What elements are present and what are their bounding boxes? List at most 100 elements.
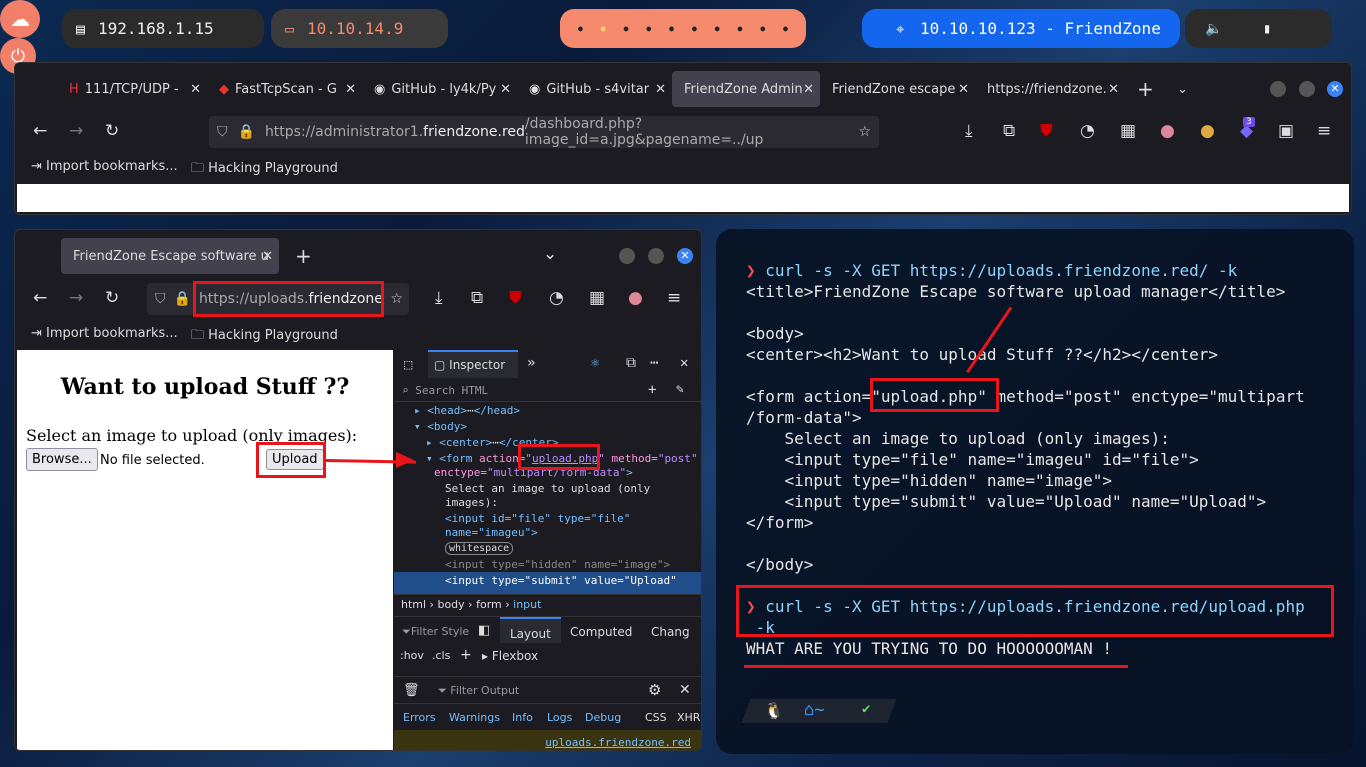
workspace-dot-icon[interactable]: ● — [760, 24, 765, 33]
forward-icon[interactable]: → — [69, 288, 83, 308]
minimize-button[interactable] — [619, 248, 635, 264]
pick-element-icon[interactable]: ⬚ — [404, 357, 412, 373]
filter-css[interactable]: CSS — [645, 711, 667, 724]
filter-output-input[interactable]: ⏷ Filter Output — [438, 684, 519, 698]
cookie-icon[interactable]: ● — [1160, 121, 1175, 141]
owl-icon[interactable]: ◔ — [549, 288, 564, 308]
owl-icon[interactable]: ◔ — [1080, 121, 1095, 141]
close-icon[interactable]: ✕ — [190, 82, 201, 97]
minimize-button[interactable] — [1270, 81, 1286, 97]
tab-github-s4vitar[interactable]: ◉ GitHub - s4vitar ✕ — [517, 71, 672, 107]
workspace-dot-icon[interactable]: ● — [601, 24, 606, 33]
maximize-button[interactable] — [648, 248, 664, 264]
node-input-hidden[interactable]: <input type="hidden" name="image"> — [445, 558, 670, 571]
node-body[interactable]: ▾ <body> — [414, 420, 467, 433]
tab-layout[interactable]: Layout — [500, 617, 561, 643]
tab-friendzone-url[interactable]: https://friendzone. ✕ — [975, 71, 1125, 107]
download-icon[interactable]: ⤓ — [965, 121, 973, 141]
bookmark-hacking-playground[interactable]: 🗀 Hacking Playground — [191, 159, 338, 181]
node-input-file[interactable]: <input id="file" type="file" — [445, 512, 630, 525]
trash-icon[interactable]: 🗑 — [403, 683, 420, 698]
back-icon[interactable]: ← — [33, 288, 47, 308]
back-icon[interactable]: ← — [33, 121, 47, 141]
sidebar-toggle-icon[interactable]: ◧ — [478, 623, 490, 638]
flexbox-section[interactable]: ▸ Flexbox — [482, 649, 538, 663]
filter-info[interactable]: Info — [512, 711, 533, 724]
tab-inspector[interactable]: ▢ Inspector — [428, 350, 518, 378]
close-icon[interactable]: ✕ — [1108, 82, 1119, 97]
node-head[interactable]: ▸ <head>⋯</head> — [414, 404, 520, 417]
volume-icon[interactable]: 🔈 — [1205, 21, 1222, 37]
workspace-dot-icon[interactable]: ● — [715, 24, 720, 33]
star-icon[interactable]: ☆ — [858, 124, 871, 140]
chevron-down-icon[interactable]: ⌄ — [1165, 71, 1205, 107]
add-node-icon[interactable]: + — [648, 382, 656, 398]
hamburger-menu-icon[interactable]: ≡ — [667, 288, 681, 308]
filter-xhr[interactable]: XHR — [677, 711, 700, 724]
workspace-dot-icon[interactable]: ● — [692, 24, 697, 33]
workspace-dot-icon[interactable]: ● — [783, 24, 788, 33]
workspace-dot-icon[interactable]: ● — [578, 24, 583, 33]
tab-github-ly4k[interactable]: ◉ GitHub - ly4k/Py ✕ — [362, 71, 517, 107]
filter-warnings[interactable]: Warnings — [449, 711, 500, 724]
dock-icon[interactable]: ⧉ — [626, 355, 636, 371]
react-icon[interactable]: ⚛ — [591, 355, 599, 371]
qr-icon[interactable]: ▦ — [1120, 121, 1136, 141]
hov-toggle[interactable]: :hov — [400, 649, 424, 662]
battery-icon[interactable]: ▮ — [1263, 21, 1271, 37]
tab-friendzone-admin[interactable]: FriendZone Admin ✕ — [672, 71, 820, 107]
tab-fasttcpscan[interactable]: ◆ FastTcpScan - G ✕ — [207, 71, 362, 107]
browse-button[interactable]: Browse... — [26, 448, 98, 471]
system-tray[interactable]: 🔈 ▮ — [1185, 9, 1332, 48]
filter-logs[interactable]: Logs — [547, 711, 572, 724]
close-icon[interactable]: ✕ — [803, 82, 814, 97]
tab-computed[interactable]: Computed — [570, 625, 632, 639]
add-rule-icon[interactable]: + — [460, 647, 472, 663]
maximize-button[interactable] — [1299, 81, 1315, 97]
url-bar[interactable]: ⛉ 🔒 https://administrator1. friendzone.re… — [209, 116, 879, 148]
close-icon[interactable]: ✕ — [500, 82, 511, 97]
close-icon[interactable]: ✕ — [958, 82, 969, 97]
close-console-icon[interactable]: ✕ — [679, 682, 691, 698]
extensions-icon[interactable]: ⧉ — [1003, 121, 1015, 141]
reload-icon[interactable]: ↻ — [105, 288, 119, 308]
more-options-icon[interactable]: ⋯ — [650, 355, 658, 371]
more-tools-icon[interactable]: » — [527, 355, 535, 371]
extensions-icon[interactable]: ⧉ — [471, 288, 483, 308]
download-icon[interactable]: ⤓ — [435, 288, 443, 308]
close-devtools-icon[interactable]: ✕ — [680, 355, 688, 371]
workspaces[interactable]: ● ● ● ● ● ● ● ● ● ● — [560, 9, 806, 48]
cls-toggle[interactable]: .cls — [432, 649, 450, 662]
tab-friendzone-escape[interactable]: FriendZone escape ✕ — [820, 71, 975, 107]
ublock-icon[interactable]: ⛊ — [509, 288, 522, 308]
import-bookmarks[interactable]: ⇥ Import bookmarks... — [31, 159, 178, 174]
close-icon[interactable]: ✕ — [345, 82, 356, 97]
new-tab-icon[interactable]: + — [295, 244, 312, 268]
hamburger-menu-icon[interactable]: ≡ — [1317, 121, 1331, 141]
gear-icon[interactable]: ⚙ — [648, 681, 661, 699]
bookmark-hacking-playground[interactable]: 🗀 Hacking Playground — [191, 326, 338, 348]
star-icon[interactable]: ☆ — [390, 291, 403, 307]
filter-debug[interactable]: Debug — [585, 711, 621, 724]
node-text[interactable]: Select an image to upload (only — [445, 482, 650, 495]
cookie-icon[interactable]: ● — [628, 288, 643, 308]
close-window-button[interactable]: ✕ — [1327, 81, 1343, 97]
workspace-dot-icon[interactable]: ● — [646, 24, 651, 33]
chevron-down-icon[interactable]: ⌄ — [543, 244, 557, 264]
ublock-icon[interactable]: ⛊ — [1040, 121, 1053, 141]
import-bookmarks[interactable]: ⇥ Import bookmarks... — [31, 326, 178, 341]
filter-errors[interactable]: Errors — [403, 711, 436, 724]
close-icon[interactable]: ✕ — [655, 82, 666, 97]
filter-styles-input[interactable]: ⏷Filter Style — [402, 625, 469, 639]
workspace-dot-icon[interactable]: ● — [624, 24, 629, 33]
tab-111[interactable]: H 111/TCP/UDP - ✕ — [57, 71, 207, 107]
reload-icon[interactable]: ↻ — [105, 121, 119, 141]
node-input-submit[interactable]: <input type="submit" value="Upload" — [394, 572, 701, 594]
terminal-window[interactable]: ❯ curl -s -X GET https://uploads.friendz… — [716, 229, 1354, 754]
tab-friendzone-uploads[interactable]: FriendZone Escape software u ✕ — [61, 238, 279, 274]
container-icon[interactable]: ▣ — [1278, 121, 1294, 141]
workspace-dot-icon[interactable]: ● — [738, 24, 743, 33]
eyedropper-icon[interactable]: ✎ — [676, 382, 684, 397]
cookie-editor-icon[interactable]: ● — [1200, 121, 1215, 141]
source-link[interactable]: uploads.friendzone.red — [545, 736, 691, 749]
